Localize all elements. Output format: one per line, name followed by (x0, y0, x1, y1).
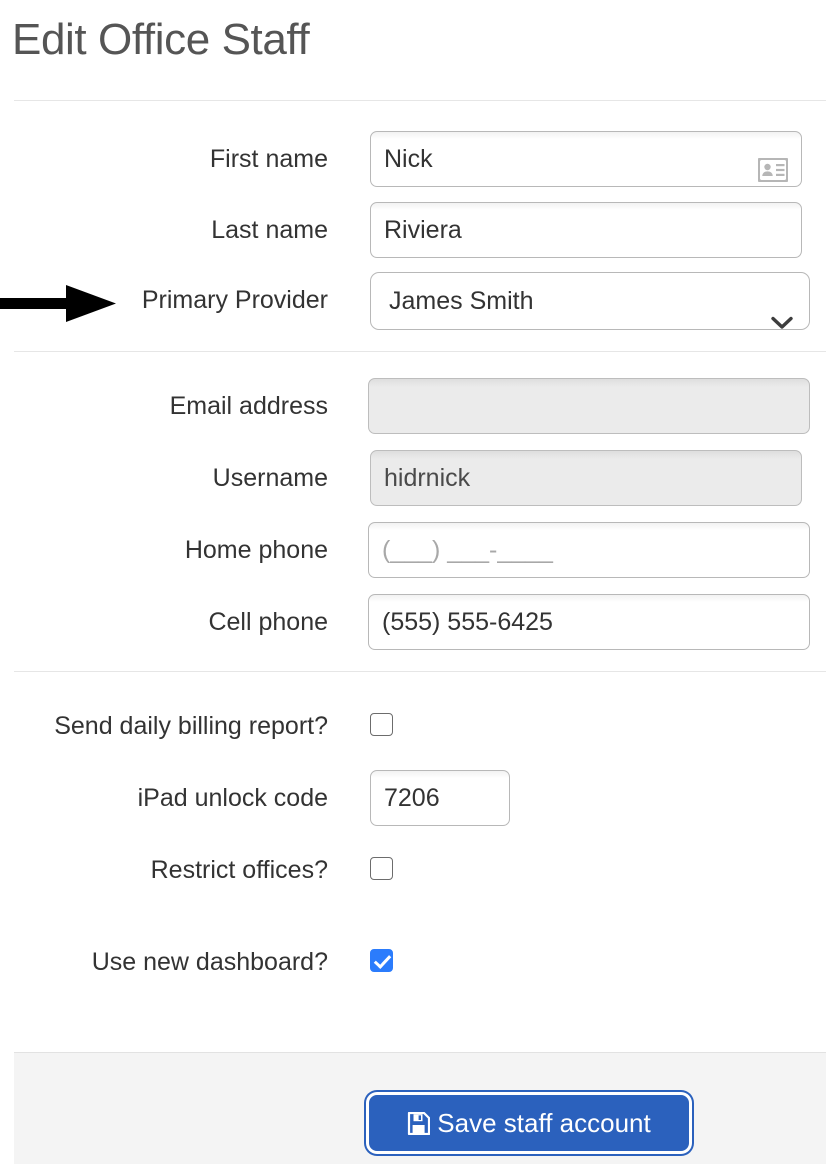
last-name-value: Riviera (384, 216, 462, 244)
control-email-address (368, 378, 810, 434)
home-phone-input[interactable]: (___) ___-____ (368, 522, 810, 578)
form-row-send-daily-billing-report: Send daily billing report? (0, 698, 826, 754)
form-row-username: Username hidrnick (0, 450, 826, 506)
last-name-input[interactable]: Riviera (370, 202, 802, 258)
form-row-cell-phone: Cell phone (555) 555-6425 (0, 594, 826, 650)
save-button-label: Save staff account (437, 1108, 651, 1138)
form-footer: Save staff account (14, 1052, 826, 1164)
email-address-input (368, 378, 810, 434)
control-primary-provider: James Smith (370, 272, 810, 330)
form-row-email-address: Email address (0, 378, 826, 434)
edit-office-staff-page: Edit Office Staff First name Nick Last n… (0, 0, 826, 1164)
contact-section-divider (14, 351, 826, 352)
control-home-phone: (___) ___-____ (368, 522, 810, 578)
primary-provider-select[interactable]: James Smith (370, 272, 810, 330)
page-title: Edit Office Staff (12, 15, 310, 64)
form-row-primary-provider: Primary Provider James Smith (0, 272, 826, 330)
save-staff-account-button[interactable]: Save staff account (369, 1095, 689, 1151)
control-use-new-dashboard (370, 949, 393, 972)
first-name-value: Nick (384, 145, 433, 173)
label-restrict-offices: Restrict offices? (150, 856, 328, 884)
label-last-name: Last name (211, 216, 328, 244)
control-cell-phone: (555) 555-6425 (368, 594, 810, 650)
label-primary-provider: Primary Provider (141, 286, 328, 314)
label-username: Username (212, 464, 328, 492)
control-username: hidrnick (370, 450, 802, 506)
floppy-disk-save-icon (407, 1100, 431, 1136)
options-section-divider (14, 671, 826, 672)
form-row-home-phone: Home phone (___) ___-____ (0, 522, 826, 578)
username-value: hidrnick (384, 464, 471, 492)
chevron-down-icon[interactable] (771, 294, 793, 329)
form-row-restrict-offices: Restrict offices? (0, 842, 826, 898)
label-send-daily-billing-report: Send daily billing report? (54, 712, 328, 740)
label-ipad-unlock-code: iPad unlock code (137, 784, 328, 812)
control-last-name: Riviera (370, 202, 802, 258)
primary-provider-value: James Smith (389, 287, 534, 315)
form-row-first-name: First name Nick (0, 131, 826, 187)
use-new-dashboard-checkbox[interactable] (370, 949, 393, 972)
form-row-use-new-dashboard: Use new dashboard? (0, 934, 826, 990)
form-row-ipad-unlock-code: iPad unlock code 7206 (0, 770, 826, 826)
control-ipad-unlock-code: 7206 (370, 770, 510, 826)
first-name-input[interactable]: Nick (370, 131, 802, 187)
cell-phone-value: (555) 555-6425 (382, 608, 553, 636)
ipad-unlock-code-value: 7206 (384, 784, 440, 812)
username-input: hidrnick (370, 450, 802, 506)
label-home-phone: Home phone (184, 536, 328, 564)
ipad-unlock-code-input[interactable]: 7206 (370, 770, 510, 826)
header-divider (14, 100, 826, 101)
label-cell-phone: Cell phone (208, 608, 328, 636)
form-row-last-name: Last name Riviera (0, 202, 826, 258)
control-first-name: Nick (370, 131, 802, 187)
restrict-offices-checkbox[interactable] (370, 857, 393, 880)
label-email-address: Email address (169, 392, 328, 420)
send-daily-billing-report-checkbox[interactable] (370, 713, 393, 736)
contact-card-icon[interactable] (757, 147, 789, 183)
label-first-name: First name (209, 145, 328, 173)
home-phone-placeholder: (___) ___-____ (382, 536, 553, 564)
label-use-new-dashboard: Use new dashboard? (91, 948, 328, 976)
control-send-daily-billing-report (370, 713, 393, 736)
cell-phone-input[interactable]: (555) 555-6425 (368, 594, 810, 650)
control-restrict-offices (370, 857, 393, 880)
